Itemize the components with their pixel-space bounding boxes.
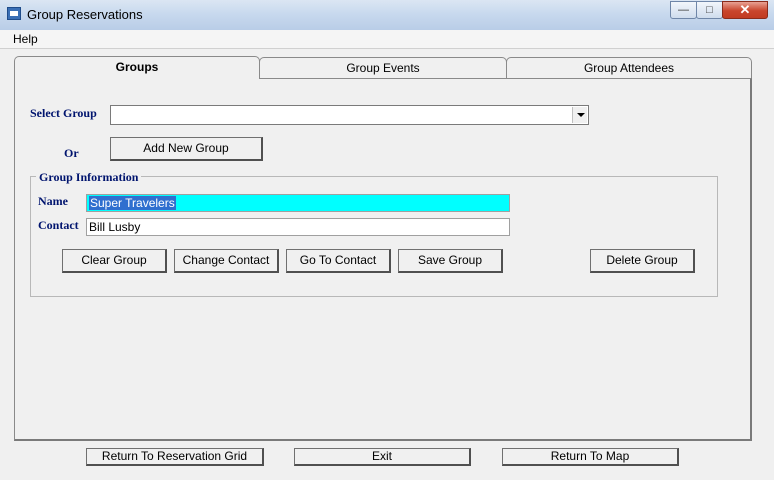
return-to-reservation-grid-button[interactable]: Return To Reservation Grid	[86, 448, 264, 466]
select-group-dropdown[interactable]	[110, 105, 589, 125]
close-icon[interactable]: ✕	[722, 1, 768, 19]
group-information-legend: Group Information	[36, 170, 142, 185]
add-new-group-button[interactable]: Add New Group	[110, 137, 263, 161]
save-group-button[interactable]: Save Group	[398, 249, 503, 273]
contact-field[interactable]: Bill Lusby	[86, 218, 510, 236]
go-to-contact-button[interactable]: Go To Contact	[286, 249, 391, 273]
chevron-down-icon[interactable]	[572, 107, 587, 123]
title-bar[interactable]: Group Reservations — □ ✕	[0, 0, 774, 31]
exit-button[interactable]: Exit	[294, 448, 471, 466]
minimize-icon[interactable]: —	[670, 1, 697, 19]
contact-label: Contact	[38, 218, 79, 232]
change-contact-button[interactable]: Change Contact	[174, 249, 279, 273]
name-label: Name	[38, 194, 68, 208]
delete-group-button[interactable]: Delete Group	[590, 249, 695, 273]
tab-group-events[interactable]: Group Events	[259, 57, 507, 78]
group-name-field[interactable]: Super Travelers	[86, 194, 510, 212]
or-label: Or	[64, 146, 79, 160]
tab-groups[interactable]: Groups	[14, 56, 260, 79]
window-controls: — □ ✕	[670, 1, 768, 19]
app-icon	[7, 7, 21, 20]
menu-help[interactable]: Help	[13, 32, 38, 46]
tab-group-attendees[interactable]: Group Attendees	[506, 57, 752, 78]
group-name-value: Super Travelers	[89, 196, 176, 210]
clear-group-button[interactable]: Clear Group	[62, 249, 167, 273]
contact-value: Bill Lusby	[89, 220, 141, 234]
window-title: Group Reservations	[27, 7, 143, 22]
return-to-map-button[interactable]: Return To Map	[502, 448, 679, 466]
group-reservations-window: Group Reservations — □ ✕ Help Groups Gro…	[0, 0, 774, 480]
select-group-label: Select Group	[30, 106, 97, 120]
maximize-icon[interactable]: □	[696, 1, 723, 19]
tab-strip: Groups Group Events Group Attendees	[14, 56, 752, 79]
menu-bar: Help	[0, 30, 774, 49]
